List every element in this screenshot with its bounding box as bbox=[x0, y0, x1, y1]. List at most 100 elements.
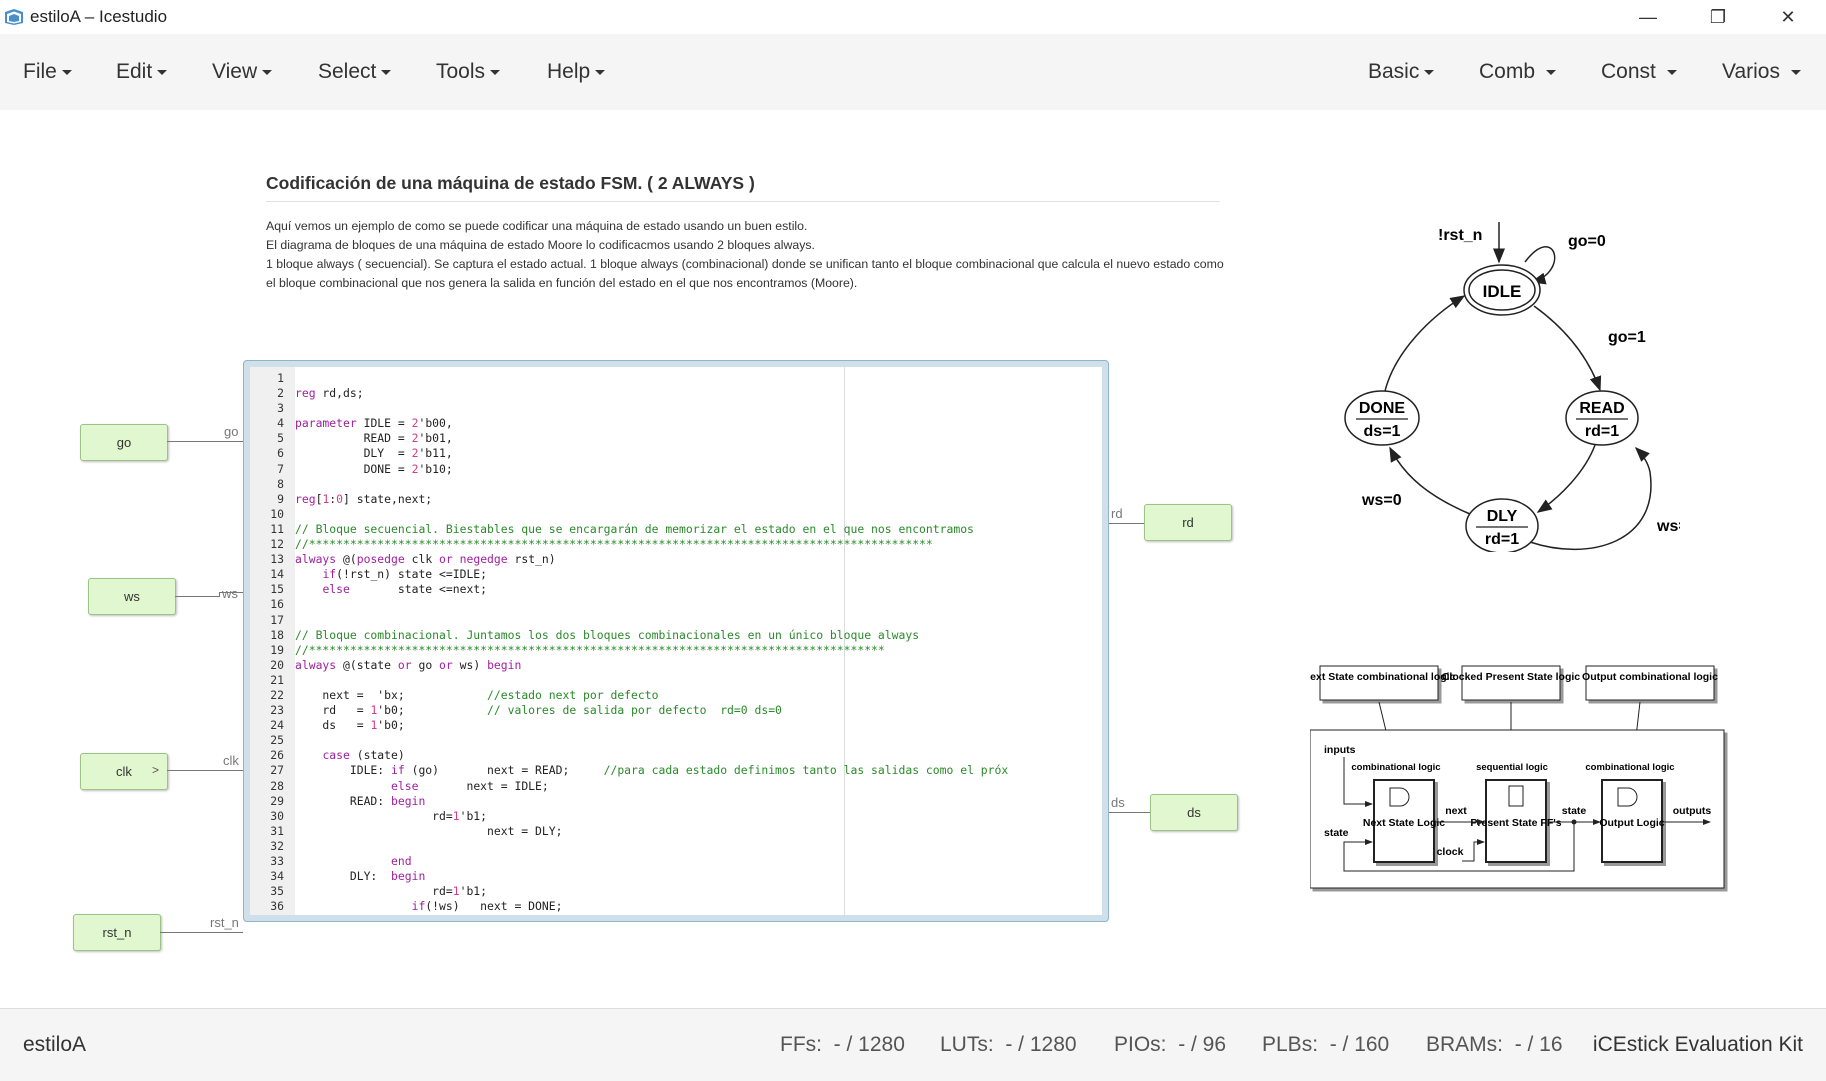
code-line: 17 bbox=[250, 613, 1102, 628]
code-line: 3 bbox=[250, 401, 1102, 416]
code-token: else bbox=[391, 778, 419, 793]
menu-basic[interactable]: Basic bbox=[1368, 60, 1435, 84]
code-token: begin bbox=[391, 793, 426, 808]
code-token: if bbox=[391, 763, 405, 778]
input-port-clk[interactable]: clk > bbox=[80, 753, 168, 790]
code-line: 33 end bbox=[250, 854, 1102, 869]
header-present-state-text: Clocked Present State logic bbox=[1442, 671, 1580, 683]
code-token: next = DLY; bbox=[295, 823, 563, 838]
code-token: (state) bbox=[349, 748, 405, 763]
window-title: estiloA – Icestudio bbox=[30, 7, 168, 26]
menu-const[interactable]: Const bbox=[1601, 60, 1677, 84]
code-token: // Bloque combinacional. Juntamos los do… bbox=[295, 627, 920, 642]
menu-select[interactable]: Select bbox=[318, 60, 392, 84]
signal-inputs: inputs bbox=[1324, 744, 1356, 756]
line-number: 31 bbox=[270, 823, 284, 838]
code-token: IDLE = bbox=[356, 416, 412, 431]
code-token: 'b0; bbox=[377, 703, 488, 718]
chevron-down-icon bbox=[1666, 69, 1677, 75]
code-token: rst_n) bbox=[507, 552, 556, 567]
block-next-state-text: Next State Logic bbox=[1363, 817, 1445, 829]
status-bar: estiloA FFs: - / 1280 LUTs: - / 1280 PIO… bbox=[0, 1008, 1826, 1081]
menu-edit[interactable]: Edit bbox=[116, 60, 168, 84]
line-number: 36 bbox=[270, 899, 284, 914]
code-token: or bbox=[439, 552, 453, 567]
state-read-label: READ bbox=[1579, 400, 1624, 417]
line-number: 27 bbox=[270, 763, 284, 778]
code-line: 28 else next = IDLE; bbox=[250, 779, 1102, 794]
line-number: 14 bbox=[270, 567, 284, 582]
code-line: 19 //************************************… bbox=[250, 643, 1102, 658]
code-token: // Bloque secuencial. Biestables que se … bbox=[295, 521, 974, 536]
code-line: 26 case (state) bbox=[250, 748, 1102, 763]
line-number: 21 bbox=[270, 672, 284, 687]
state-dly-output: rd=1 bbox=[1485, 531, 1519, 548]
line-number: 6 bbox=[277, 446, 284, 461]
menu-varios[interactable]: Varios bbox=[1722, 60, 1801, 84]
close-button[interactable]: ✕ bbox=[1758, 0, 1818, 34]
line-number: 24 bbox=[270, 718, 284, 733]
menu-help[interactable]: Help bbox=[547, 60, 606, 84]
port-label: rst_n bbox=[102, 925, 132, 940]
state-idle-label: IDLE bbox=[1483, 282, 1522, 301]
output-port-ds[interactable]: ds bbox=[1150, 794, 1238, 831]
line-number: 35 bbox=[270, 884, 284, 899]
wire-clk bbox=[167, 770, 243, 771]
verilog-code-block[interactable]: 1 2 reg rd,ds; 3 4 parameter IDLE = 2'b00, 5 R… bbox=[243, 360, 1109, 922]
input-port-ws[interactable]: ws bbox=[88, 578, 176, 615]
chevron-down-icon bbox=[262, 69, 273, 75]
line-number: 4 bbox=[277, 416, 284, 431]
code-token: state <=next; bbox=[349, 582, 488, 597]
code-line: 12 //************************************… bbox=[250, 537, 1102, 552]
code-token: 'b10; bbox=[418, 461, 453, 476]
label-ws1: ws=1 bbox=[1656, 518, 1680, 535]
code-line: 2 reg rd,ds; bbox=[250, 386, 1102, 401]
state-done-label: DONE bbox=[1359, 400, 1406, 417]
code-token: parameter bbox=[295, 416, 357, 431]
code-editor[interactable]: 1 2 reg rd,ds; 3 4 parameter IDLE = 2'b00, 5 R… bbox=[250, 367, 1102, 915]
code-token: //**************************************… bbox=[295, 537, 933, 552]
menu-view[interactable]: View bbox=[212, 60, 273, 84]
code-line: 36 if(!ws) next = DONE; bbox=[250, 899, 1102, 914]
output-port-rd[interactable]: rd bbox=[1144, 504, 1232, 541]
chevron-down-icon bbox=[1790, 69, 1801, 75]
signal-state-feedback: state bbox=[1324, 827, 1349, 839]
line-number: 25 bbox=[270, 733, 284, 748]
board-name: iCEstick Evaluation Kit bbox=[1592, 1033, 1803, 1056]
code-line: 4 parameter IDLE = 2'b00, bbox=[250, 416, 1102, 431]
label-go1: go=1 bbox=[1608, 329, 1646, 346]
menu-tools[interactable]: Tools bbox=[436, 60, 501, 84]
line-number: 18 bbox=[270, 627, 284, 642]
code-token: rd= bbox=[295, 808, 453, 823]
restore-button[interactable]: ❐ bbox=[1688, 0, 1748, 34]
code-line: 37 else next = READ; bbox=[250, 914, 1102, 915]
arrow-idle-read bbox=[1533, 305, 1602, 392]
design-canvas[interactable]: Codificación de una máquina de estado FS… bbox=[0, 110, 1826, 1008]
code-token: 'b1; bbox=[459, 808, 488, 823]
code-token: @(state bbox=[336, 657, 398, 672]
menu-comb[interactable]: Comb bbox=[1479, 60, 1556, 84]
line-number: 22 bbox=[270, 687, 284, 702]
line-number: 34 bbox=[270, 869, 284, 884]
code-line: 15 else state <=next; bbox=[250, 582, 1102, 597]
code-token: (go) next = READ; bbox=[404, 763, 604, 778]
input-port-go[interactable]: go bbox=[80, 424, 168, 461]
code-line: 30 rd=1'b1; bbox=[250, 809, 1102, 824]
title-bar: estiloA – Icestudio — ❐ ✕ bbox=[0, 0, 1826, 34]
code-token: rd = bbox=[295, 703, 371, 718]
info-line: El diagrama de bloques de una máquina de… bbox=[266, 238, 815, 252]
code-token: 'b00, bbox=[418, 416, 453, 431]
menu-basic-label: Basic bbox=[1368, 60, 1420, 83]
chevron-down-icon bbox=[157, 69, 168, 75]
code-line: 35 rd=1'b1; bbox=[250, 884, 1102, 899]
code-line: 1 bbox=[250, 371, 1102, 386]
line-number: 2 bbox=[277, 386, 284, 401]
input-port-rst_n[interactable]: rst_n bbox=[73, 914, 161, 951]
code-line: 25 bbox=[250, 733, 1102, 748]
line-number: 19 bbox=[270, 642, 284, 657]
menu-file[interactable]: File bbox=[23, 60, 72, 84]
code-token: negedge bbox=[459, 552, 508, 567]
minimize-button[interactable]: — bbox=[1618, 0, 1678, 34]
